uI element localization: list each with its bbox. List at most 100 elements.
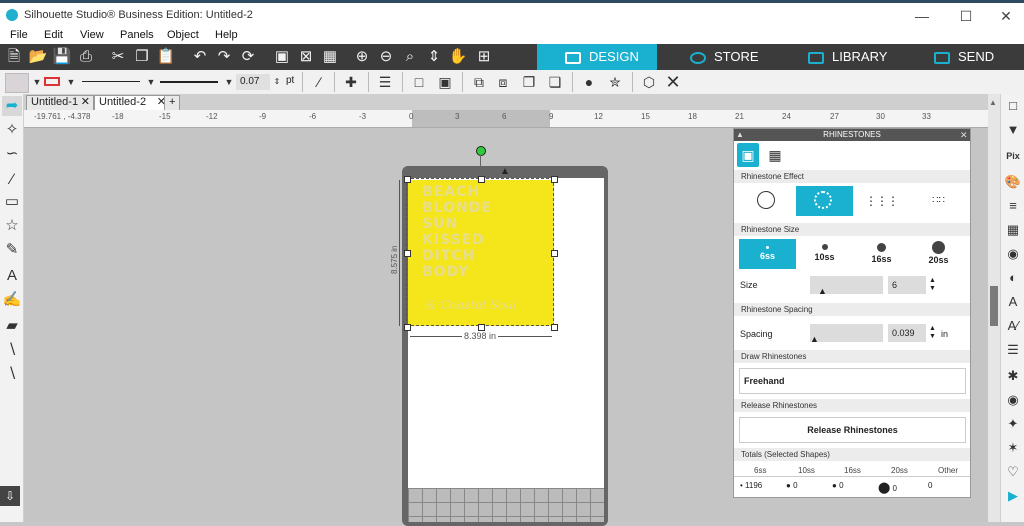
redraw-icon[interactable]: ⟳ [238, 47, 258, 67]
save-icon[interactable]: 💾 [52, 47, 72, 67]
send-panel-icon[interactable]: ▶ [1003, 486, 1023, 506]
open-folder-icon[interactable]: 📂 [28, 47, 48, 67]
maximize-button[interactable]: ☐ [956, 7, 976, 25]
vertical-scrollbar[interactable]: ▲ [988, 94, 1000, 522]
size-6ss-button[interactable]: 6ss [739, 239, 796, 269]
group-icon[interactable]: ⧉ [470, 73, 488, 91]
resize-handle[interactable] [478, 324, 485, 331]
close-icon[interactable]: ✕ [664, 73, 682, 91]
size-16ss-button[interactable]: 16ss [853, 239, 910, 269]
close-window-button[interactable]: ✕ [996, 7, 1016, 25]
zoom-out-icon[interactable]: ⊖ [376, 47, 396, 67]
knife-icon[interactable]: ∖ [2, 340, 22, 360]
panel-close-icon[interactable]: ✕ [960, 129, 968, 141]
menu-file[interactable]: File [10, 29, 28, 41]
tab-store[interactable]: STORE [658, 44, 778, 70]
line-width-input[interactable]: 0.07 [236, 74, 270, 90]
release-compound-icon[interactable]: ❏ [546, 73, 564, 91]
rotate-handle[interactable] [476, 146, 486, 156]
select-arrow-icon[interactable]: ➦ [2, 96, 22, 116]
tab-untitled-1[interactable]: Untitled-1 ✕ [26, 95, 94, 110]
line-panel-icon[interactable]: ≡ [1003, 196, 1023, 216]
size-input[interactable]: 6 [888, 276, 926, 294]
tab-library[interactable]: LIBRARY [778, 44, 898, 70]
release-rhinestones-button[interactable]: Release Rhinestones [739, 417, 966, 443]
zoom-selection-icon[interactable]: ⌕ [400, 47, 420, 67]
scroll-up-icon[interactable]: ▲ [989, 98, 997, 107]
print-icon[interactable]: ⎙ [76, 47, 96, 67]
tab-untitled-2[interactable]: Untitled-2 ✕ [94, 95, 170, 110]
paste-icon[interactable]: 📋 [156, 47, 176, 67]
3d-box-icon[interactable]: ⬡ [640, 73, 658, 91]
rhinestone-panel-icon[interactable]: ◉ [1003, 244, 1023, 264]
crosshair-icon[interactable]: ✚ [342, 73, 360, 91]
star-icon[interactable]: ✮ [606, 73, 624, 91]
minimize-button[interactable]: — [912, 7, 932, 25]
align-panel-icon[interactable]: ☰ [1003, 340, 1023, 360]
custom-rhinestone-icon[interactable]: ▦ [764, 143, 786, 167]
replicate-icon[interactable]: ✱ [1003, 366, 1023, 386]
transform-icon[interactable]: ▣ [436, 73, 454, 91]
panel-collapse-icon[interactable]: ▲ [736, 129, 744, 141]
tab-send[interactable]: SEND [900, 44, 1024, 70]
download-icon[interactable]: ⇩ [0, 486, 20, 506]
tab-design[interactable]: DESIGN [537, 44, 657, 70]
scroll-down-icon[interactable]: ▼ [1003, 120, 1023, 140]
menu-edit[interactable]: Edit [44, 29, 63, 41]
copy-icon[interactable]: ❐ [132, 47, 152, 67]
align-icon[interactable]: ☰ [376, 73, 394, 91]
text-style-icon[interactable]: A∕ [1003, 316, 1023, 336]
fit-to-page-icon[interactable]: ⊞ [474, 47, 494, 67]
modify-icon[interactable]: ◉ [1003, 390, 1023, 410]
pattern-icon[interactable]: ▦ [1003, 220, 1023, 240]
point-edit-icon[interactable]: ✧ [2, 120, 22, 140]
text-edit-icon[interactable]: ✍ [2, 290, 22, 310]
line-color-swatch[interactable] [44, 77, 60, 86]
line-weight-preview[interactable] [160, 81, 218, 83]
chevron-down-icon[interactable]: ▼ [142, 73, 160, 91]
redo-icon[interactable]: ↷ [214, 47, 234, 67]
grid-select-icon[interactable]: ▦ [320, 47, 340, 67]
close-tab-icon[interactable]: ✕ [81, 96, 90, 109]
effect-scatter-button[interactable]: ∷∷ [910, 186, 967, 216]
ungroup-icon[interactable]: ⧈ [494, 73, 512, 91]
spacing-slider[interactable]: ▲ [810, 324, 883, 344]
menu-panels[interactable]: Panels [120, 29, 154, 41]
resize-handle[interactable] [551, 250, 558, 257]
pan-hand-icon[interactable]: ✋ [448, 47, 468, 67]
zoom-in-icon[interactable]: ⊕ [352, 47, 372, 67]
resize-handle[interactable] [478, 176, 485, 183]
chevron-down-icon[interactable]: ▼ [62, 73, 80, 91]
effect-outline-button[interactable] [796, 186, 853, 216]
effect-fill-button[interactable]: ⋮⋮⋮ [853, 186, 910, 216]
shapes-icon[interactable]: ● [580, 73, 598, 91]
trace-icon[interactable]: ✶ [1003, 438, 1023, 458]
new-document-icon[interactable]: 🗎 [4, 47, 24, 67]
size-stepper-icon[interactable]: ▲ ▼ [929, 277, 936, 293]
cut-icon[interactable]: ✂ [108, 47, 128, 67]
eraser-icon[interactable]: ▰ [2, 316, 22, 336]
resize-handle[interactable] [404, 176, 411, 183]
menu-view[interactable]: View [80, 29, 104, 41]
compound-path-icon[interactable]: ❐ [520, 73, 538, 91]
new-tab-button[interactable]: + [164, 95, 180, 110]
star-shape-icon[interactable]: ☆ [2, 216, 22, 236]
spacing-stepper-icon[interactable]: ▲ ▼ [929, 325, 936, 341]
scale-icon[interactable]: □ [410, 73, 428, 91]
stepper-icon[interactable]: ⇕ [268, 73, 286, 91]
size-slider[interactable]: ▲ [810, 276, 883, 296]
resize-handle[interactable] [551, 324, 558, 331]
palette-icon[interactable]: 🎨 [1003, 172, 1023, 192]
pixscan-icon[interactable]: Pix [1003, 146, 1023, 166]
rectangle-icon[interactable]: ▭ [2, 192, 22, 212]
menu-object[interactable]: Object [167, 29, 199, 41]
size-10ss-button[interactable]: 10ss [796, 239, 853, 269]
select-all-icon[interactable]: ▣ [272, 47, 292, 67]
slider-thumb-icon[interactable]: ▲ [818, 282, 827, 300]
fill-color-swatch[interactable] [5, 73, 29, 93]
slider-thumb-icon[interactable]: ▲ [810, 330, 819, 348]
contrast-icon[interactable]: ◐ [1003, 268, 1023, 288]
freehand-button[interactable]: Freehand [739, 368, 966, 394]
resize-handle[interactable] [404, 250, 411, 257]
menu-help[interactable]: Help [215, 29, 238, 41]
